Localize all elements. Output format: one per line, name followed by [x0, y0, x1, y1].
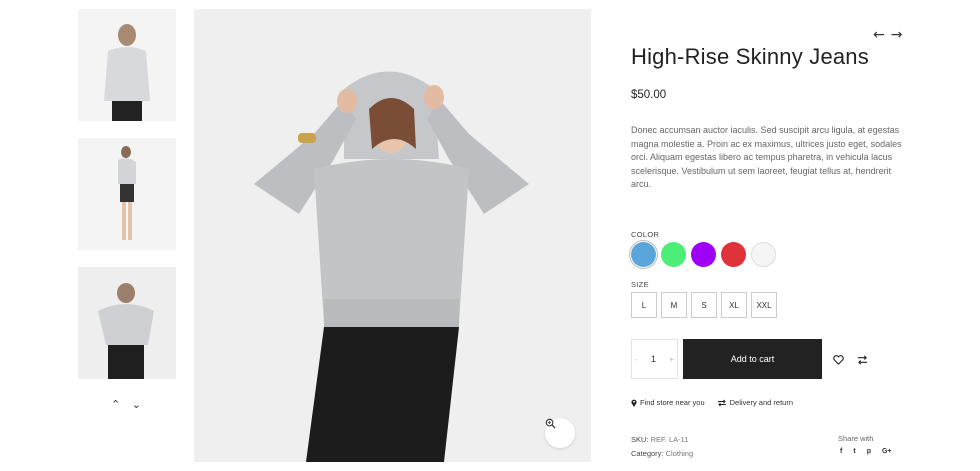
main-product-image: [194, 9, 591, 462]
product-title: High-Rise Skinny Jeans: [631, 44, 869, 69]
color-swatches: [631, 242, 776, 267]
category-info: Category: Clothing: [631, 449, 693, 458]
color-swatch-red[interactable]: [721, 242, 746, 267]
chevron-down-icon[interactable]: ⌄: [132, 398, 141, 411]
category-link[interactable]: Clothing: [666, 449, 694, 458]
thumbnail-side-view[interactable]: [78, 138, 176, 250]
product-page: ⌃ ⌄ ← → High-Rise Skinny Jeans $50.00 Do…: [0, 0, 980, 471]
thumbnail-back-view[interactable]: [78, 9, 176, 121]
google-plus-icon[interactable]: G+: [882, 448, 892, 455]
color-swatch-purple[interactable]: [691, 242, 716, 267]
arrow-left-icon[interactable]: ←: [873, 28, 885, 42]
color-label: COLOR: [631, 230, 660, 239]
zoom-in-icon: [545, 418, 556, 429]
size-option-l[interactable]: L: [631, 292, 657, 318]
compare-icon: [857, 355, 868, 365]
twitter-icon[interactable]: t: [853, 448, 855, 455]
category-label: Category:: [631, 449, 664, 458]
arrow-right-icon[interactable]: →: [891, 28, 903, 42]
color-swatch-green[interactable]: [661, 242, 686, 267]
pinterest-icon[interactable]: p: [867, 448, 871, 455]
size-label: SIZE: [631, 280, 649, 289]
quantity-input[interactable]: 1: [651, 354, 656, 364]
share-label: Share with: [838, 434, 874, 443]
facebook-icon[interactable]: f: [840, 448, 842, 455]
store-links: Find store near you Delivery and return: [631, 398, 793, 407]
sku-info: SKU: REF. LA-11: [631, 435, 688, 444]
delivery-label: Delivery and return: [729, 398, 793, 407]
size-option-xl[interactable]: XL: [721, 292, 747, 318]
quantity-increase-button[interactable]: +: [669, 355, 674, 364]
wishlist-button[interactable]: [833, 352, 844, 370]
find-store-label: Find store near you: [640, 398, 705, 407]
product-price: $50.00: [631, 89, 667, 101]
chevron-up-icon[interactable]: ⌃: [111, 398, 120, 411]
size-options: L M S XL XXL: [631, 292, 777, 318]
sku-label: SKU:: [631, 435, 649, 444]
map-pin-icon: [631, 399, 637, 407]
add-to-cart-button[interactable]: Add to cart: [683, 339, 822, 379]
heart-icon: [833, 355, 844, 365]
zoom-button[interactable]: [545, 418, 575, 448]
thumbnail-nav: ⌃ ⌄: [111, 398, 141, 411]
compare-button[interactable]: [857, 352, 868, 370]
thumbnail-front-view[interactable]: [78, 267, 176, 379]
delivery-link[interactable]: Delivery and return: [717, 398, 793, 407]
quantity-stepper: - 1 +: [631, 339, 678, 379]
color-swatch-blue[interactable]: [631, 242, 656, 267]
quantity-decrease-button[interactable]: -: [635, 355, 638, 364]
find-store-link[interactable]: Find store near you: [631, 398, 705, 407]
product-description: Donec accumsan auctor iaculis. Sed susci…: [631, 125, 902, 190]
sku-value: REF. LA-11: [650, 435, 689, 444]
product-nav: ← →: [873, 28, 902, 42]
thumbnail-list: [78, 9, 176, 396]
color-swatch-white[interactable]: [751, 242, 776, 267]
size-option-s[interactable]: S: [691, 292, 717, 318]
size-option-m[interactable]: M: [661, 292, 687, 318]
exchange-icon: [717, 399, 726, 406]
share-icons: f t p G+: [840, 448, 892, 455]
size-option-xxl[interactable]: XXL: [751, 292, 777, 318]
